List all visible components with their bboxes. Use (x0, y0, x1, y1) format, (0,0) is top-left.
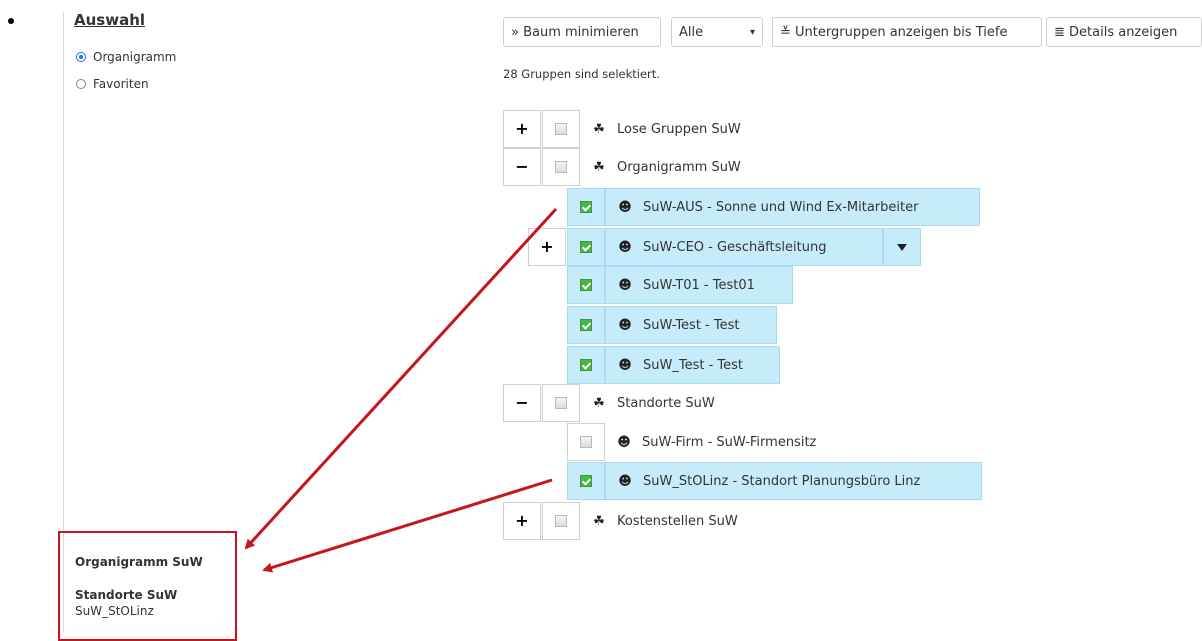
selected-group-item: SuW_StOLinz (75, 604, 154, 618)
group-nodes-icon: ☘ (593, 121, 605, 137)
checkbox-checked-icon[interactable] (580, 319, 592, 331)
tree-node-suw-firm[interactable]: ☻ SuW-Firm - SuW-Firmensitz (605, 423, 816, 461)
checkbox-cell[interactable] (542, 502, 580, 540)
minimize-tree-button[interactable]: » Baum minimieren (503, 17, 661, 47)
checkbox-cell[interactable] (567, 266, 605, 304)
checkbox-checked-icon[interactable] (580, 475, 592, 487)
chevron-down-icon: ▾ (749, 26, 755, 38)
tree-node-label: SuW-Test - Test (643, 317, 740, 333)
tree-node-organigramm[interactable]: ☘ Organigramm SuW (580, 148, 741, 186)
tree-node-label: SuW-T01 - Test01 (643, 277, 755, 293)
tree-node-label: Kostenstellen SuW (617, 513, 738, 529)
checkbox-checked-icon[interactable] (580, 201, 592, 213)
tree-node-suw-aus[interactable]: ☻ SuW-AUS - Sonne und Wind Ex-Mitarbeite… (605, 188, 980, 226)
collapse-toggle[interactable]: − (503, 384, 541, 422)
checkbox-cell[interactable] (542, 148, 580, 186)
checkbox-cell[interactable] (567, 346, 605, 384)
checkbox-empty-icon[interactable] (555, 515, 567, 527)
tree-node-label: SuW_StOLinz - Standort Planungsbüro Linz (643, 473, 921, 489)
checkbox-cell[interactable] (567, 423, 605, 461)
radio-label: Organigramm (93, 50, 177, 64)
list-bullet (8, 18, 14, 24)
checkbox-empty-icon[interactable] (580, 436, 592, 448)
checkbox-checked-icon[interactable] (580, 279, 592, 291)
tree-node-lose-gruppen[interactable]: ☘ Lose Gruppen SuW (580, 110, 741, 148)
checkbox-cell[interactable] (567, 306, 605, 344)
radio-checked-icon[interactable] (76, 52, 86, 62)
radio-unchecked-icon[interactable] (76, 79, 86, 89)
checkbox-empty-icon[interactable] (555, 123, 567, 135)
checkbox-checked-icon[interactable] (580, 241, 592, 253)
expand-toggle[interactable]: + (503, 502, 541, 540)
users-icon: ☻ (618, 277, 632, 293)
tree-node-suw-t01[interactable]: ☻ SuW-T01 - Test01 (605, 266, 793, 304)
filter-select[interactable]: Alle ▾ (671, 17, 763, 47)
minus-icon: − (515, 393, 529, 412)
radio-organigramm[interactable]: Organigramm (76, 50, 176, 64)
filter-select-value: Alle (679, 24, 704, 40)
tree-node-label: SuW_Test - Test (643, 357, 744, 373)
tree-node-suw-test[interactable]: ☻ SuW-Test - Test (605, 306, 777, 344)
plus-icon: + (540, 237, 554, 256)
selection-highlight-box (58, 531, 237, 641)
selected-group-heading: Standorte SuW (75, 588, 178, 602)
users-icon: ☻ (618, 473, 632, 489)
caret-down-icon[interactable] (883, 228, 921, 266)
selected-group-heading: Organigramm SuW (75, 555, 203, 569)
checkbox-cell[interactable] (567, 462, 605, 500)
tree-node-label: Standorte SuW (617, 395, 715, 411)
users-icon: ☻ (617, 434, 631, 450)
plus-icon: + (515, 511, 529, 530)
checkbox-cell[interactable] (567, 188, 605, 226)
group-nodes-icon: ☘ (593, 395, 605, 411)
group-nodes-icon: ☘ (593, 159, 605, 175)
sidebar-title: Auswahl (74, 11, 146, 29)
users-icon: ☻ (618, 239, 632, 255)
tree-node-label: Lose Gruppen SuW (617, 121, 741, 137)
show-subgroups-depth-button[interactable]: ≚ Untergruppen anzeigen bis Tiefe (772, 17, 1042, 47)
collapse-toggle[interactable]: − (503, 148, 541, 186)
tree-node-label: Organigramm SuW (617, 159, 741, 175)
radio-favoriten[interactable]: Favoriten (76, 77, 149, 91)
checkbox-empty-icon[interactable] (555, 161, 567, 173)
radio-label: Favoriten (93, 77, 149, 91)
plus-icon: + (515, 119, 529, 138)
annotation-arrow (244, 207, 558, 550)
expand-toggle[interactable]: + (503, 110, 541, 148)
checkbox-cell[interactable] (542, 110, 580, 148)
tree-node-standorte[interactable]: ☘ Standorte SuW (580, 384, 715, 422)
checkbox-empty-icon[interactable] (555, 397, 567, 409)
tree-node-suw-stolinz[interactable]: ☻ SuW_StOLinz - Standort Planungsbüro Li… (605, 462, 982, 500)
checkbox-cell[interactable] (567, 228, 605, 266)
group-nodes-icon: ☘ (593, 513, 605, 529)
users-icon: ☻ (618, 357, 632, 373)
checkbox-cell[interactable] (542, 384, 580, 422)
users-icon: ☻ (618, 317, 632, 333)
selected-count-status: 28 Gruppen sind selektiert. (503, 67, 660, 81)
users-icon: ☻ (618, 199, 632, 215)
tree-node-label: SuW-CEO - Geschäftsleitung (643, 239, 827, 255)
tree-node-label: SuW-AUS - Sonne und Wind Ex-Mitarbeiter (643, 199, 919, 215)
tree-node-suw-ceo[interactable]: ☻ SuW-CEO - Geschäftsleitung (605, 228, 883, 266)
minus-icon: − (515, 157, 529, 176)
tree-node-suw-test-underscore[interactable]: ☻ SuW_Test - Test (605, 346, 780, 384)
checkbox-checked-icon[interactable] (580, 359, 592, 371)
tree-node-label: SuW-Firm - SuW-Firmensitz (642, 434, 817, 450)
expand-toggle[interactable]: + (528, 228, 566, 266)
show-details-button[interactable]: ≣ Details anzeigen (1046, 17, 1202, 47)
tree-node-kostenstellen[interactable]: ☘ Kostenstellen SuW (580, 502, 738, 540)
